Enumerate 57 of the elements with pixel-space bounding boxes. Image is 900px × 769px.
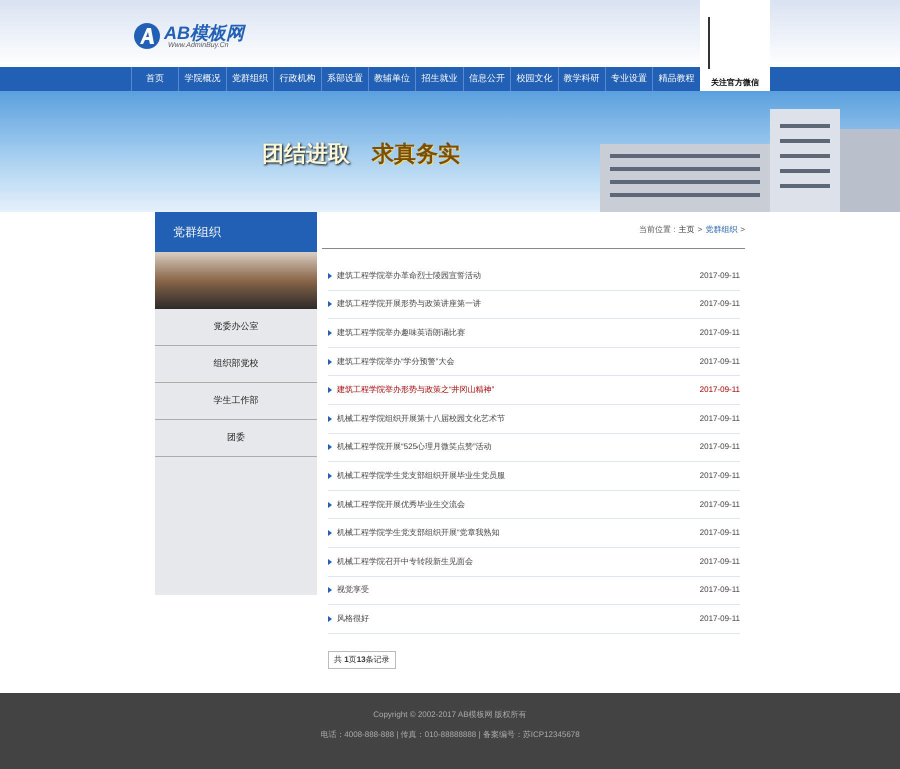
article-date: 2017-09-11 <box>700 270 740 282</box>
logo-icon <box>134 23 160 49</box>
bullet-icon <box>328 301 332 308</box>
article-link[interactable]: 建筑工程学院举办趣味英语朗诵比赛 <box>337 326 465 339</box>
article-link[interactable]: 机械工程学院召开中专转段新生见面会 <box>337 556 473 568</box>
breadcrumb-link[interactable]: 党群组织 <box>705 224 738 236</box>
wechat-label: 关注官方微信 <box>711 77 759 89</box>
article-date: 2017-09-11 <box>700 498 740 511</box>
bullet-icon <box>328 587 332 594</box>
bullet-icon <box>328 330 332 336</box>
article-date: 2017-09-11 <box>700 298 740 310</box>
breadcrumb-separator: > <box>698 224 702 236</box>
article-link[interactable]: 机械工程学院开展“525心理月微笑点赞”活动 <box>337 441 492 454</box>
article-link[interactable]: 视觉享受 <box>337 584 369 596</box>
bullet-icon <box>328 616 332 622</box>
pagination-info: 共 1页13条记录 <box>328 650 396 669</box>
article-date: 2017-09-11 <box>700 470 740 482</box>
banner-slogan: 团结进取 <box>262 140 350 168</box>
bullet-icon <box>328 387 332 394</box>
copyright-text: Copyright © 2002-2017 AB模板网 版权所有 <box>373 709 527 721</box>
article-link[interactable]: 建筑工程学院举办革命烈士陵园宣誓活动 <box>337 270 481 282</box>
bullet-icon <box>328 558 332 565</box>
bullet-icon <box>328 472 332 479</box>
article-link[interactable]: 机械工程学院组织开展第十八届校园文化艺术节 <box>337 412 505 425</box>
article-date: 2017-09-11 <box>700 356 740 368</box>
breadcrumb-separator: > <box>740 224 745 236</box>
article-date: 2017-09-11 <box>700 556 740 568</box>
sidebar-title: 党群组织 <box>155 212 317 252</box>
article-link[interactable]: 机械工程学院学生党支部组织开展“党章我熟知 <box>337 527 500 540</box>
bullet-icon <box>328 358 332 365</box>
banner-slogan: 求真务实 <box>372 140 460 168</box>
breadcrumb-link[interactable]: 主页 <box>678 224 695 236</box>
sidebar-item[interactable]: 团委 <box>155 420 317 457</box>
article-link[interactable]: 建筑工程学院开展形势与政策讲座第一讲 <box>337 298 481 310</box>
article-date: 2017-09-11 <box>700 527 740 540</box>
bullet-icon <box>328 530 332 536</box>
article-date: 2017-09-11 <box>700 326 740 339</box>
article-link[interactable]: 建筑工程学院举办“学分预警”大会 <box>337 356 454 368</box>
article-date: 2017-09-11 <box>700 384 740 396</box>
bullet-icon <box>328 444 332 450</box>
article-date: 2017-09-11 <box>700 441 740 454</box>
article-date: 2017-09-11 <box>700 412 740 425</box>
contact-text: 电话：4008-888-888 | 传真：010-88888888 | 备案编号：苏ICP12345678 <box>320 729 580 741</box>
article-date: 2017-09-11 <box>700 612 740 625</box>
article-link[interactable]: 机械工程学院学生党支部组织开展毕业生党员服 <box>337 470 505 482</box>
article-link[interactable]: 建筑工程学院举办形势与政策之“井冈山精神” <box>337 384 494 396</box>
logo-text: AB模板网 <box>164 24 244 42</box>
sidebar-item[interactable]: 党委办公室 <box>155 309 317 346</box>
bullet-icon <box>328 502 332 508</box>
breadcrumb-label: 当前位置 : <box>639 224 676 236</box>
article-date: 2017-09-11 <box>700 584 740 596</box>
bullet-icon <box>328 272 332 279</box>
sidebar-item[interactable]: 学生工作部 <box>155 383 317 420</box>
bullet-icon <box>328 416 332 422</box>
article-link[interactable]: 机械工程学院开展优秀毕业生交流会 <box>337 498 465 511</box>
article-link[interactable]: 风格很好 <box>337 612 369 625</box>
sidebar-item[interactable]: 组织部党校 <box>155 346 317 383</box>
